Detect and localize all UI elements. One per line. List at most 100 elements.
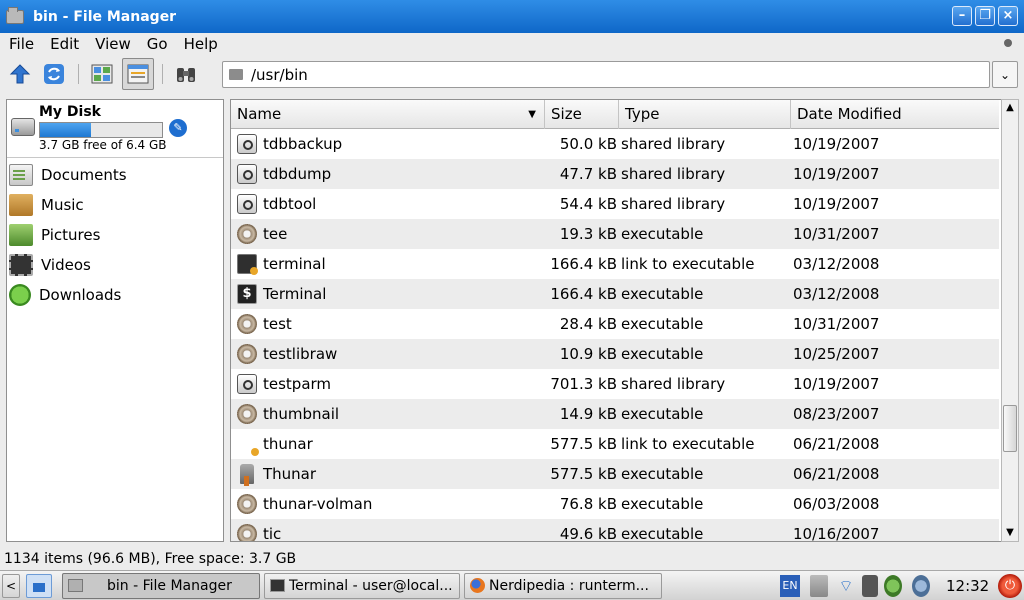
file-size: 10.9 kB	[559, 345, 617, 363]
table-row[interactable]: test 28.4 kB executable 10/31/2007	[231, 309, 999, 339]
file-size: 14.9 kB	[559, 405, 617, 423]
toolbar: /usr/bin ⌄	[0, 56, 1024, 94]
file-size: 577.5 kB	[550, 465, 617, 483]
detail-view-button[interactable]	[122, 58, 154, 90]
menu-edit[interactable]: Edit	[50, 35, 79, 53]
table-row[interactable]: tee 19.3 kB executable 10/31/2007	[231, 219, 999, 249]
column-type-label: Type	[625, 105, 660, 123]
vertical-scrollbar[interactable]: ▲ ▼	[1001, 99, 1019, 542]
wrench-icon[interactable]: ✎	[169, 119, 187, 137]
restore-button[interactable]: ❐	[975, 6, 995, 26]
file-size: 28.4 kB	[559, 315, 617, 333]
table-row[interactable]: thunar-volman 76.8 kB executable 06/03/2008	[231, 489, 999, 519]
status-bar: 1134 items (96.6 MB), Free space: 3.7 GB	[4, 551, 297, 567]
sidebar-item-pictures[interactable]: Pictures	[7, 220, 223, 250]
table-row[interactable]: tic 49.6 kB executable 10/16/2007	[231, 519, 999, 542]
drive-icon[interactable]	[810, 575, 828, 597]
keyboard-layout-indicator[interactable]: EN	[780, 575, 800, 597]
table-row[interactable]: Thunar 577.5 kB executable 06/21/2008	[231, 459, 999, 489]
icon-view-icon	[91, 64, 113, 84]
table-row[interactable]: thumbnail 14.9 kB executable 08/23/2007	[231, 399, 999, 429]
task-browser[interactable]: Nerdipedia : runterm...	[464, 573, 662, 599]
sidebar-item-label: Documents	[41, 166, 127, 184]
menu-help[interactable]: Help	[184, 35, 218, 53]
column-size-label: Size	[551, 105, 582, 123]
scroll-up-icon[interactable]: ▲	[1002, 100, 1018, 116]
documents-folder-icon	[9, 164, 33, 186]
file-type: executable	[621, 525, 704, 542]
wifi-icon[interactable]: ⌔	[836, 575, 856, 597]
menu-view[interactable]: View	[95, 35, 131, 53]
column-date[interactable]: Date Modified	[791, 100, 999, 129]
taskbar: < bin - File Manager Terminal - user@loc…	[0, 570, 1024, 600]
up-button[interactable]	[4, 58, 36, 90]
side-pane: My Disk ✎ 3.7 GB free of 6.4 GB Document…	[6, 99, 224, 542]
volume-icon[interactable]	[912, 575, 930, 597]
table-row[interactable]: testlibraw 10.9 kB executable 10/25/2007	[231, 339, 999, 369]
task-label: Terminal - user@local...	[289, 578, 453, 594]
close-button[interactable]: ×	[998, 6, 1018, 26]
task-file-manager[interactable]: bin - File Manager	[62, 573, 260, 599]
file-type: executable	[621, 495, 704, 513]
firefox-icon	[470, 578, 485, 593]
file-name: tee	[263, 225, 288, 243]
file-size: 76.8 kB	[559, 495, 617, 513]
up-arrow-icon	[9, 64, 31, 84]
find-button[interactable]	[170, 58, 202, 90]
table-row[interactable]: testparm 701.3 kB shared library 10/19/2007	[231, 369, 999, 399]
task-terminal[interactable]: Terminal - user@local...	[264, 573, 460, 599]
executable-gear-icon	[237, 224, 257, 244]
power-icon[interactable]: ⏻	[998, 574, 1022, 598]
title-bar[interactable]: bin - File Manager – ❐ ×	[0, 0, 1024, 33]
file-name: thunar	[263, 435, 313, 453]
file-type: executable	[621, 225, 704, 243]
clock[interactable]: 12:32	[946, 571, 989, 600]
power-plug-icon[interactable]	[862, 575, 878, 597]
column-name[interactable]: Name ▼	[231, 100, 545, 129]
icon-view-button[interactable]	[86, 58, 118, 90]
file-list: Name ▼ Size Type Date Modified tdbbackup…	[230, 99, 1018, 542]
table-row[interactable]: tdbbackup 50.0 kB shared library 10/19/2007	[231, 129, 999, 159]
home-icon[interactable]	[26, 574, 52, 598]
minimize-button[interactable]: –	[952, 6, 972, 26]
scroll-down-icon[interactable]: ▼	[1002, 525, 1018, 541]
column-header: Name ▼ Size Type Date Modified	[231, 100, 999, 129]
location-dropdown-button[interactable]: ⌄	[992, 61, 1018, 88]
table-row[interactable]: thunar 577.5 kB link to executable 06/21/20…	[231, 429, 999, 459]
sidebar-item-documents[interactable]: Documents	[7, 160, 223, 190]
file-date: 10/31/2007	[793, 315, 880, 333]
location-bar[interactable]: /usr/bin	[222, 61, 990, 88]
disk-usage-bar	[39, 122, 163, 138]
sidebar-item-downloads[interactable]: Downloads	[7, 280, 223, 310]
network-icon[interactable]	[884, 575, 902, 597]
places-list: Documents Music Pictures Videos Download…	[7, 160, 223, 310]
sort-chevron-down-icon: ▼	[528, 109, 536, 120]
menu-go[interactable]: Go	[147, 35, 168, 53]
column-type[interactable]: Type	[619, 100, 791, 129]
folder-icon	[229, 69, 243, 80]
window-title: bin - File Manager	[33, 8, 177, 25]
window-controls: – ❐ ×	[952, 6, 1018, 26]
sidebar-item-label: Videos	[41, 256, 91, 274]
reload-button[interactable]	[38, 58, 70, 90]
table-row[interactable]: $ Terminal 166.4 kB executable 03/12/2008	[231, 279, 999, 309]
column-size[interactable]: Size	[545, 100, 619, 129]
scrollbar-thumb[interactable]	[1003, 405, 1017, 452]
table-row[interactable]: tdbtool 54.4 kB shared library 10/19/2007	[231, 189, 999, 219]
menu-file[interactable]: File	[9, 35, 34, 53]
sidebar-item-videos[interactable]: Videos	[7, 250, 223, 280]
table-row[interactable]: terminal 166.4 kB link to executable 03/12/…	[231, 249, 999, 279]
terminal-app-icon: $	[237, 284, 257, 304]
folder-icon	[68, 579, 83, 592]
file-name: tdbbackup	[263, 135, 343, 153]
disk-item[interactable]: My Disk ✎ 3.7 GB free of 6.4 GB	[7, 100, 223, 158]
table-row[interactable]: tdbdump 47.7 kB shared library 10/19/2007	[231, 159, 999, 189]
file-date: 03/12/2008	[793, 255, 880, 273]
location-path: /usr/bin	[251, 65, 308, 84]
column-date-label: Date Modified	[797, 105, 902, 123]
executable-gear-icon	[237, 344, 257, 364]
terminal-link-icon	[237, 254, 258, 275]
file-name: thumbnail	[263, 405, 340, 423]
taskbar-prev-button[interactable]: <	[2, 574, 20, 598]
sidebar-item-music[interactable]: Music	[7, 190, 223, 220]
